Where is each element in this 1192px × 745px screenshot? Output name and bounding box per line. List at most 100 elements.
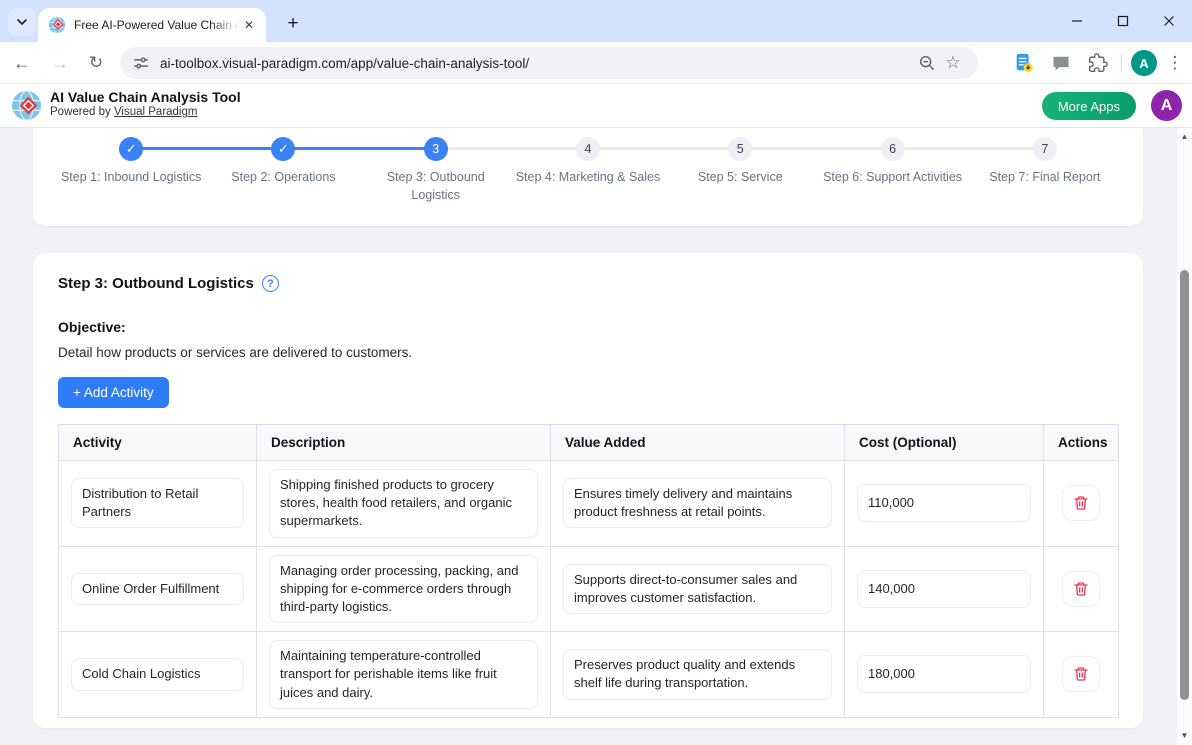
powered-by-prefix: Powered by: [50, 106, 114, 118]
bookmark-star-icon[interactable]: ☆: [940, 50, 966, 76]
col-actions: Actions: [1044, 425, 1119, 461]
activities-table: Activity Description Value Added Cost (O…: [58, 424, 1119, 718]
close-icon: [1163, 15, 1175, 27]
col-description: Description: [257, 425, 551, 461]
document-download-icon: [1013, 52, 1035, 74]
help-icon[interactable]: ?: [262, 275, 279, 292]
more-apps-button[interactable]: More Apps: [1042, 92, 1136, 120]
cost-input[interactable]: 140,000: [857, 570, 1031, 608]
step-1-circle[interactable]: ✓: [119, 137, 143, 161]
browser-toolbar: ← → ↻ ai-toolbox.visual-paradigm.com/app…: [0, 42, 1192, 84]
objective-label: Objective:: [58, 319, 126, 335]
table-row: Online Order Fulfillment Managing order …: [59, 546, 1119, 632]
visual-paradigm-link[interactable]: Visual Paradigm: [114, 106, 198, 118]
description-input[interactable]: Managing order processing, packing, and …: [269, 555, 538, 624]
url-text[interactable]: ai-toolbox.visual-paradigm.com/app/value…: [160, 56, 914, 71]
speech-bubble-icon: [1051, 53, 1071, 73]
activity-input[interactable]: Cold Chain Logistics: [71, 658, 244, 690]
delete-row-button[interactable]: [1062, 571, 1100, 607]
step-5-circle[interactable]: 5: [728, 137, 752, 161]
col-activity: Activity: [59, 425, 257, 461]
stepper-connector: [436, 147, 588, 150]
forward-button[interactable]: →: [44, 47, 76, 79]
objective-text: Detail how products or services are deli…: [58, 345, 412, 360]
back-button[interactable]: ←: [6, 47, 38, 79]
stepper-step-7[interactable]: 7 Step 7: Final Report: [969, 128, 1121, 204]
browser-tab[interactable]: Free AI-Powered Value Chain An ✕: [38, 8, 266, 42]
section-title-row: Step 3: Outbound Logistics ?: [58, 275, 279, 292]
close-window-button[interactable]: [1146, 0, 1192, 42]
toolbar-right-icons: A ⋮: [1010, 47, 1184, 79]
window-controls: [1054, 0, 1192, 42]
step-6-circle[interactable]: 6: [881, 137, 905, 161]
stepper-connector: [588, 147, 740, 150]
stepper-step-4[interactable]: 4 Step 4: Marketing & Sales: [512, 128, 664, 204]
activity-input[interactable]: Distribution to Retail Partners: [71, 478, 244, 528]
page-scrollbar[interactable]: ▲ ▼: [1177, 128, 1192, 745]
table-header-row: Activity Description Value Added Cost (O…: [59, 425, 1119, 461]
value-added-input[interactable]: Preserves product quality and extends sh…: [563, 649, 832, 699]
app-titles: AI Value Chain Analysis Tool Powered by …: [50, 88, 241, 118]
stepper-step-1[interactable]: ✓ Step 1: Inbound Logistics: [55, 128, 207, 204]
col-value-added: Value Added: [551, 425, 845, 461]
tab-search-button[interactable]: [8, 8, 36, 36]
extensions-button[interactable]: [1084, 49, 1112, 77]
col-cost: Cost (Optional): [845, 425, 1044, 461]
stepper-step-3[interactable]: 3 Step 3: Outbound Logistics: [360, 128, 512, 204]
maximize-icon: [1117, 15, 1129, 27]
check-icon: ✓: [278, 141, 289, 157]
value-added-input[interactable]: Supports direct-to-consumer sales and im…: [563, 564, 832, 614]
step-7-circle[interactable]: 7: [1033, 137, 1057, 161]
delete-row-button[interactable]: [1062, 485, 1100, 521]
toolbar-divider: [1121, 54, 1122, 72]
add-activity-button[interactable]: + Add Activity: [58, 377, 169, 408]
maximize-button[interactable]: [1100, 0, 1146, 42]
activity-input[interactable]: Online Order Fulfillment: [71, 573, 244, 605]
step-7-label: Step 7: Final Report: [970, 169, 1120, 187]
new-tab-button[interactable]: +: [278, 9, 308, 39]
reload-button[interactable]: ↻: [80, 47, 112, 79]
browser-titlebar: Free AI-Powered Value Chain An ✕ +: [0, 0, 1192, 42]
minimize-button[interactable]: [1054, 0, 1100, 42]
magnifier-minus-icon: [918, 54, 936, 72]
cost-input[interactable]: 180,000: [857, 655, 1031, 693]
step-4-label: Step 4: Marketing & Sales: [513, 169, 663, 187]
table-row: Cold Chain Logistics Maintaining tempera…: [59, 632, 1119, 718]
address-bar[interactable]: ai-toolbox.visual-paradigm.com/app/value…: [120, 47, 978, 79]
site-info-icon[interactable]: [132, 54, 150, 72]
trash-icon: [1073, 495, 1089, 511]
zoom-out-page-button[interactable]: [914, 50, 940, 76]
description-input[interactable]: Shipping finished products to grocery st…: [269, 469, 538, 538]
cost-input[interactable]: 110,000: [857, 484, 1031, 522]
browser-menu-button[interactable]: ⋮: [1166, 53, 1184, 73]
offline-docs-button[interactable]: [1010, 49, 1038, 77]
step-4-circle[interactable]: 4: [576, 137, 600, 161]
step-3-circle[interactable]: 3: [424, 137, 448, 161]
stepper-step-6[interactable]: 6 Step 6: Support Activities: [816, 128, 968, 204]
stepper-connector: [893, 147, 1045, 150]
description-input[interactable]: Maintaining temperature-controlled trans…: [269, 640, 538, 709]
step-3-label: Step 3: Outbound Logistics: [382, 169, 490, 204]
scroll-down-arrow-icon[interactable]: ▼: [1177, 729, 1192, 743]
browser-profile-avatar[interactable]: A: [1131, 50, 1157, 76]
tab-close-icon[interactable]: ✕: [240, 16, 258, 34]
visual-paradigm-logo-icon: [11, 90, 42, 121]
minimize-icon: [1071, 15, 1083, 27]
check-icon: ✓: [126, 141, 137, 157]
step-6-label: Step 6: Support Activities: [818, 169, 968, 187]
scrollbar-thumb[interactable]: [1180, 270, 1189, 700]
app-user-avatar[interactable]: A: [1151, 90, 1182, 121]
stepper-card: ✓ Step 1: Inbound Logistics ✓ Step 2: Op…: [33, 128, 1143, 226]
step-5-label: Step 5: Service: [665, 169, 815, 187]
stepper-step-2[interactable]: ✓ Step 2: Operations: [207, 128, 359, 204]
section-title: Step 3: Outbound Logistics: [58, 275, 254, 292]
chevron-down-icon: [16, 16, 28, 28]
step-2-circle[interactable]: ✓: [271, 137, 295, 161]
delete-row-button[interactable]: [1062, 656, 1100, 692]
puzzle-piece-icon: [1088, 53, 1108, 73]
value-added-input[interactable]: Ensures timely delivery and maintains pr…: [563, 478, 832, 528]
scroll-up-arrow-icon[interactable]: ▲: [1177, 130, 1192, 144]
stepper-step-5[interactable]: 5 Step 5: Service: [664, 128, 816, 204]
comment-button[interactable]: [1047, 49, 1075, 77]
visual-paradigm-favicon-icon: [48, 16, 66, 34]
